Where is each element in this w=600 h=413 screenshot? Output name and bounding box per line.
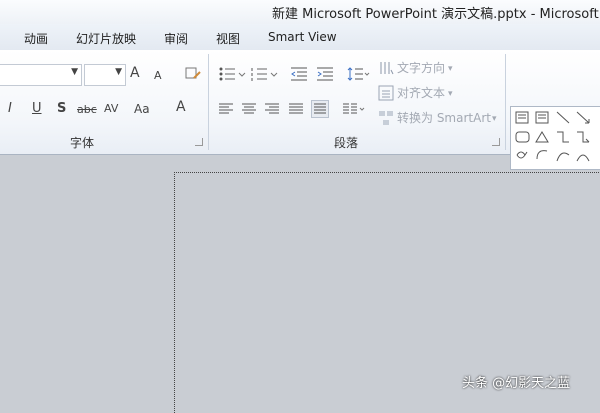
font-dialog-launcher-icon[interactable]: [195, 138, 203, 146]
tab-view[interactable]: 视图: [216, 30, 240, 47]
smartart-icon[interactable]: [378, 110, 394, 126]
ribbon-tabs: 动画 幻灯片放映 审阅 视图 Smart View: [0, 24, 600, 50]
increase-indent-icon[interactable]: [316, 66, 334, 82]
font-group-label: 字体: [70, 136, 95, 150]
group-divider: [208, 54, 209, 150]
align-center-icon[interactable]: [241, 102, 257, 116]
line-spacing-icon[interactable]: [346, 66, 370, 82]
chevron-down-icon: ▾: [448, 64, 453, 74]
change-case-button[interactable]: Aa: [134, 102, 150, 116]
text-direction-button[interactable]: 文字方向: [397, 61, 445, 75]
paragraph-group-label: 段落: [334, 136, 359, 150]
decrease-indent-icon[interactable]: [290, 66, 308, 82]
group-divider: [505, 54, 506, 150]
bullets-icon[interactable]: [218, 66, 246, 82]
align-left-icon[interactable]: [218, 102, 234, 116]
grow-font-button[interactable]: A: [130, 66, 140, 80]
tab-smart-view[interactable]: Smart View: [268, 30, 337, 44]
italic-button[interactable]: I: [8, 102, 12, 116]
strikethrough-button[interactable]: abc: [77, 103, 97, 117]
tab-review[interactable]: 审阅: [164, 30, 188, 47]
font-size-select[interactable]: ▼: [84, 64, 126, 86]
convert-smartart-button[interactable]: 转换为 SmartArt: [397, 111, 491, 125]
text-direction-icon[interactable]: [378, 60, 394, 76]
distributed-icon[interactable]: [311, 100, 329, 118]
watermark: 头条 @幻影天之蓝: [462, 376, 571, 391]
char-spacing-button[interactable]: AV: [104, 102, 118, 116]
numbering-icon[interactable]: [250, 66, 278, 82]
paragraph-dialog-launcher-icon[interactable]: [492, 138, 500, 146]
ribbon: ▼ ▼ A A I U S abc AV Aa A 字体 文字方向 ▾ 对齐文本…: [0, 50, 600, 170]
font-name-select[interactable]: ▼: [0, 64, 82, 86]
align-text-icon[interactable]: [378, 85, 394, 101]
shapes-gallery-icon[interactable]: [510, 106, 600, 170]
clear-format-icon[interactable]: [184, 66, 202, 82]
underline-button[interactable]: U: [32, 102, 42, 116]
shrink-font-button[interactable]: A: [154, 69, 162, 83]
chevron-down-icon: ▼: [115, 67, 122, 77]
tab-slideshow[interactable]: 幻灯片放映: [76, 30, 136, 47]
align-right-icon[interactable]: [264, 102, 280, 116]
shadow-button[interactable]: S: [57, 102, 66, 116]
font-color-button[interactable]: A: [176, 100, 186, 114]
chevron-down-icon: ▾: [492, 114, 497, 124]
tab-animations[interactable]: 动画: [24, 30, 48, 47]
justify-icon[interactable]: [288, 102, 304, 116]
chevron-down-icon: ▾: [448, 89, 453, 99]
chevron-down-icon: ▼: [71, 67, 78, 77]
window-title: 新建 Microsoft PowerPoint 演示文稿.pptx - Micr…: [272, 7, 600, 22]
title-bar: 新建 Microsoft PowerPoint 演示文稿.pptx - Micr…: [0, 0, 600, 24]
columns-icon[interactable]: [342, 102, 366, 116]
align-text-button[interactable]: 对齐文本: [397, 86, 445, 100]
